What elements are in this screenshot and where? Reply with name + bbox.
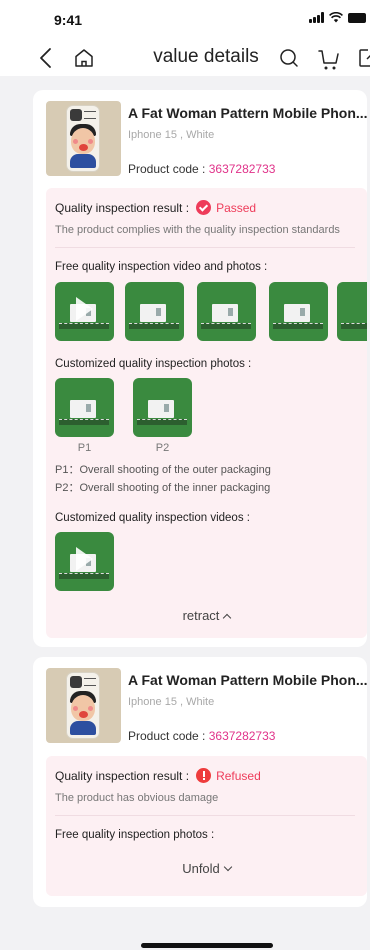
product-thumbnail[interactable]	[46, 101, 121, 176]
retract-button[interactable]: retract	[46, 608, 367, 623]
product-code-value: 3637282733	[208, 729, 276, 743]
inspection-status: Refused	[216, 768, 261, 783]
inspection-status: Passed	[216, 200, 257, 215]
home-indicator	[141, 943, 273, 948]
cart-icon[interactable]	[317, 46, 341, 72]
battery-icon	[348, 12, 366, 23]
divider	[55, 247, 355, 248]
free-photo-thumbnail[interactable]	[197, 282, 256, 341]
status-icons	[309, 12, 366, 23]
free-media-title: Free quality inspection photos :	[55, 829, 215, 841]
search-icon[interactable]	[277, 46, 301, 70]
inspection-result-label: Quality inspection result :	[55, 200, 190, 215]
product-code-label: Product code :	[128, 162, 209, 176]
inspection-description: The product has obvious damage	[55, 792, 219, 804]
product-code: Product code : 3637282733	[128, 729, 275, 743]
inspection-result: Quality inspection result : Refused	[55, 768, 261, 783]
status-time: 9:41	[54, 12, 83, 28]
photo-legend-item: P1：Overall shooting of the outer packagi…	[55, 464, 271, 476]
product-code-value: 3637282733	[208, 162, 276, 176]
free-video-thumbnail[interactable]	[55, 282, 114, 341]
signal-icon	[309, 12, 324, 23]
chevron-up-icon	[223, 613, 232, 623]
photo-caption: P2	[155, 442, 170, 454]
product-name[interactable]: A Fat Woman Pattern Mobile Phon....	[128, 672, 368, 688]
alert-circle-icon	[196, 768, 212, 783]
wifi-icon	[329, 12, 343, 23]
custom-photo-thumbnail[interactable]	[55, 378, 114, 437]
custom-video-thumbnail[interactable]	[55, 532, 114, 591]
product-name[interactable]: A Fat Woman Pattern Mobile Phon....	[128, 105, 368, 121]
custom-photo-thumbnail[interactable]	[133, 378, 192, 437]
quality-inspection-box: Quality inspection result : Refused The …	[46, 756, 367, 896]
product-card: A Fat Woman Pattern Mobile Phon.... Ipho…	[33, 90, 368, 647]
phone-case-image	[66, 105, 100, 172]
share-icon[interactable]	[356, 46, 370, 70]
free-media-title: Free quality inspection video and photos…	[55, 261, 268, 273]
status-bar: 9:41	[0, 0, 370, 40]
custom-videos-title: Customized quality inspection videos :	[55, 512, 250, 524]
product-code-label: Product code :	[128, 729, 209, 743]
inspection-result: Quality inspection result : Passed	[55, 200, 256, 215]
free-photo-thumbnail[interactable]	[337, 282, 367, 341]
inspection-description: The product complies with the quality in…	[55, 224, 340, 236]
play-icon	[76, 547, 93, 571]
phone-case-image	[66, 672, 100, 739]
product-code: Product code : 3637282733	[128, 162, 275, 176]
divider	[55, 815, 355, 816]
unfold-label: Unfold	[182, 861, 220, 876]
photo-caption: P1	[77, 442, 92, 454]
custom-photos-title: Customized quality inspection photos :	[55, 358, 252, 370]
photo-legend-item: P2：Overall shooting of the inner packagi…	[55, 482, 271, 494]
product-card: A Fat Woman Pattern Mobile Phon.... Ipho…	[33, 657, 368, 907]
play-icon	[76, 297, 93, 321]
chevron-down-icon	[223, 862, 233, 872]
free-photo-thumbnail[interactable]	[269, 282, 328, 341]
product-variant: Iphone 15 , White	[128, 696, 215, 708]
page-title: value details	[153, 46, 259, 67]
product-thumbnail[interactable]	[46, 668, 121, 743]
retract-label: retract	[182, 608, 220, 623]
nav-bar: value details	[0, 40, 370, 76]
check-circle-icon	[196, 200, 212, 215]
quality-inspection-box: Quality inspection result : Passed The p…	[46, 188, 367, 638]
product-variant: Iphone 15 , White	[128, 129, 215, 141]
free-photo-thumbnail[interactable]	[125, 282, 184, 341]
unfold-button[interactable]: Unfold	[46, 861, 367, 876]
inspection-result-label: Quality inspection result :	[55, 768, 190, 783]
